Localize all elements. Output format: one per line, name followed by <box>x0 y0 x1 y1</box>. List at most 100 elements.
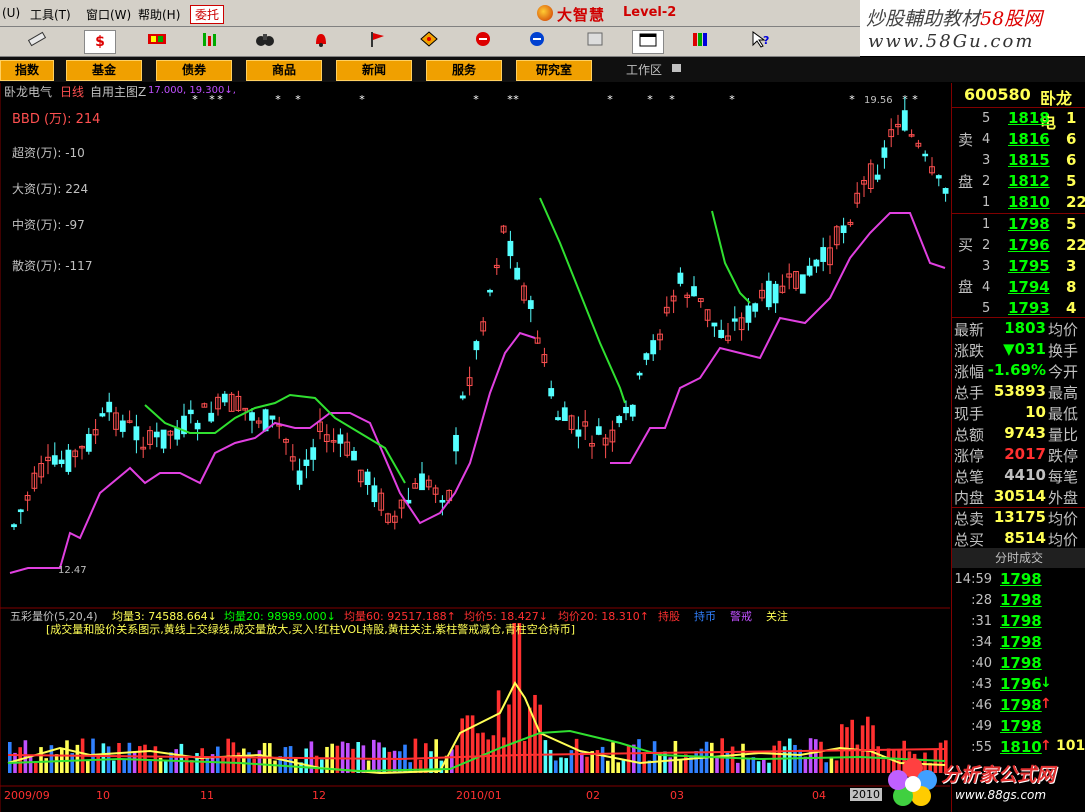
bid-row[interactable]: 4 1794 8 <box>952 277 1085 298</box>
candle-body <box>459 395 466 399</box>
watermark-bottom: 分析家公式网 www.88gs.com <box>885 752 1085 812</box>
menu-item-u[interactable]: (U) <box>2 6 20 20</box>
candle-body <box>922 153 929 157</box>
stock-grid-icon[interactable] <box>142 30 172 52</box>
signal-star-icon: * <box>729 93 735 106</box>
header-period[interactable]: 日线 <box>60 83 84 100</box>
menu-item-window[interactable]: 窗口(W) <box>86 6 131 23</box>
bid-row[interactable]: 1 1798 5 <box>952 214 1085 235</box>
bid-row[interactable]: 2 1796 22 <box>952 235 1085 256</box>
candle-body <box>718 329 725 339</box>
bar-chart-icon[interactable] <box>195 30 225 52</box>
tick-price: 1798 <box>1000 570 1042 588</box>
tick-price: 1798 <box>1000 717 1042 735</box>
doc-icon[interactable] <box>580 30 610 52</box>
bid-volume: 22 <box>1066 236 1085 254</box>
help-icon[interactable]: ? <box>745 30 775 52</box>
volume-bar <box>580 752 584 773</box>
flag-icon[interactable] <box>362 30 392 52</box>
quote-stat-label2: 量比 <box>1048 426 1079 444</box>
header-values: 17.000, 19.300↓, <box>148 85 236 96</box>
menu-item-tools[interactable]: 工具(T) <box>30 6 71 23</box>
volume-bar <box>767 762 771 773</box>
diamond-icon[interactable] <box>414 30 444 52</box>
candle-body <box>249 412 255 421</box>
signal-star-icon: * <box>275 93 281 106</box>
candle-body <box>752 303 759 312</box>
ask-level: 1 <box>982 195 991 210</box>
volume-bar <box>829 756 834 773</box>
nav-commodity[interactable]: 商品 <box>246 60 322 81</box>
tick-row: :49 1798 <box>952 716 1085 737</box>
candle-body <box>548 388 555 397</box>
ruler-icon[interactable] <box>22 30 52 52</box>
volume-bar <box>543 740 548 773</box>
volume-bar <box>481 732 485 773</box>
nav-news[interactable]: 新闻 <box>336 60 412 81</box>
candle-body <box>194 422 201 430</box>
category-nav: 指数 基金 债券 商品 新闻 服务 研究室 <box>0 57 1085 82</box>
tick-price: 1798 <box>1000 654 1042 672</box>
volume-bar <box>808 738 813 773</box>
candle-body <box>691 286 697 297</box>
nav-service[interactable]: 服务 <box>426 60 502 81</box>
candle-body <box>813 259 820 267</box>
candle-body <box>765 280 772 308</box>
volume-bar <box>626 745 631 773</box>
quote-stat-value: 1803 <box>1004 319 1046 337</box>
bid-volume: 3 <box>1066 257 1077 275</box>
tick-row: :40 1798 <box>952 653 1085 674</box>
watermark-bottom-title: 分析家公式网 <box>941 764 1056 786</box>
ask-price: 1812 <box>1008 172 1050 190</box>
kline-chart[interactable]: **************** 卧龙电气 日线 自用主图Z 17.000, 1… <box>0 83 950 812</box>
candle-body <box>51 455 58 465</box>
books-icon[interactable] <box>686 30 716 52</box>
quote-stat-value: 13175 <box>993 508 1046 526</box>
nav-research[interactable]: 研究室 <box>516 60 592 81</box>
tick-price: 1798 <box>1000 696 1042 714</box>
candle-body <box>65 449 72 472</box>
quote-panel: 600580 卧龙电 卖 盘 5 1818 1 4 1816 6 3 1815 6 2 1812 5 1… <box>951 83 1085 812</box>
bell-icon[interactable] <box>306 30 336 52</box>
quote-stat-row: 总手 53893 最高 <box>952 381 1085 402</box>
bid-row[interactable]: 5 1793 4 <box>952 298 1085 319</box>
ask-level: 4 <box>982 132 991 147</box>
nav-bond[interactable]: 债券 <box>156 60 232 81</box>
ticks-title[interactable]: 分时成交 <box>952 548 1085 568</box>
menu-item-help[interactable]: 帮助(H) <box>138 6 180 23</box>
volume-bar <box>777 740 782 773</box>
ask-row[interactable]: 2 1812 5 <box>952 171 1085 192</box>
red-circle-icon[interactable] <box>468 30 498 52</box>
nav-fund[interactable]: 基金 <box>66 60 142 81</box>
binoculars-icon[interactable] <box>250 30 280 52</box>
candle-body <box>507 240 514 257</box>
entrust-button[interactable]: 委托 <box>190 5 225 24</box>
workspace-dropdown-icon[interactable] <box>672 64 681 72</box>
blue-circle-icon[interactable] <box>522 30 552 52</box>
volume-bar <box>684 754 688 773</box>
tick-time: :28 <box>971 593 992 608</box>
volume-bar <box>538 704 542 773</box>
stock-code-row[interactable]: 600580 卧龙电 <box>952 83 1085 132</box>
quote-stat-row: 涨幅 -1.69% 今开 <box>952 360 1085 381</box>
candle-body <box>629 404 636 417</box>
signal-star-icon: * <box>669 93 675 106</box>
quote-stat-value: 53893 <box>993 382 1046 400</box>
ask-row[interactable]: 4 1816 6 <box>952 129 1085 150</box>
ask-row[interactable]: 5 1818 1 <box>952 108 1085 129</box>
legend-watch: 关注 <box>766 610 788 623</box>
bid-row[interactable]: 3 1795 3 <box>952 256 1085 277</box>
volume-bar <box>65 740 69 773</box>
window-icon[interactable] <box>632 30 664 54</box>
dollar-icon[interactable]: $ <box>84 30 116 54</box>
bid-price: 1793 <box>1008 299 1050 317</box>
mid-fund-label: 中资(万): -97 <box>12 218 85 232</box>
volume-bar <box>117 743 121 773</box>
candle-body <box>187 409 194 415</box>
candle-body <box>269 415 276 420</box>
ask-row[interactable]: 1 1810 22 <box>952 192 1085 213</box>
ask-row[interactable]: 3 1815 6 <box>952 150 1085 171</box>
chart-canvas[interactable]: **************** <box>0 83 950 812</box>
workspace-label[interactable]: 工作区 <box>626 61 662 78</box>
nav-index[interactable]: 指数 <box>0 60 54 81</box>
